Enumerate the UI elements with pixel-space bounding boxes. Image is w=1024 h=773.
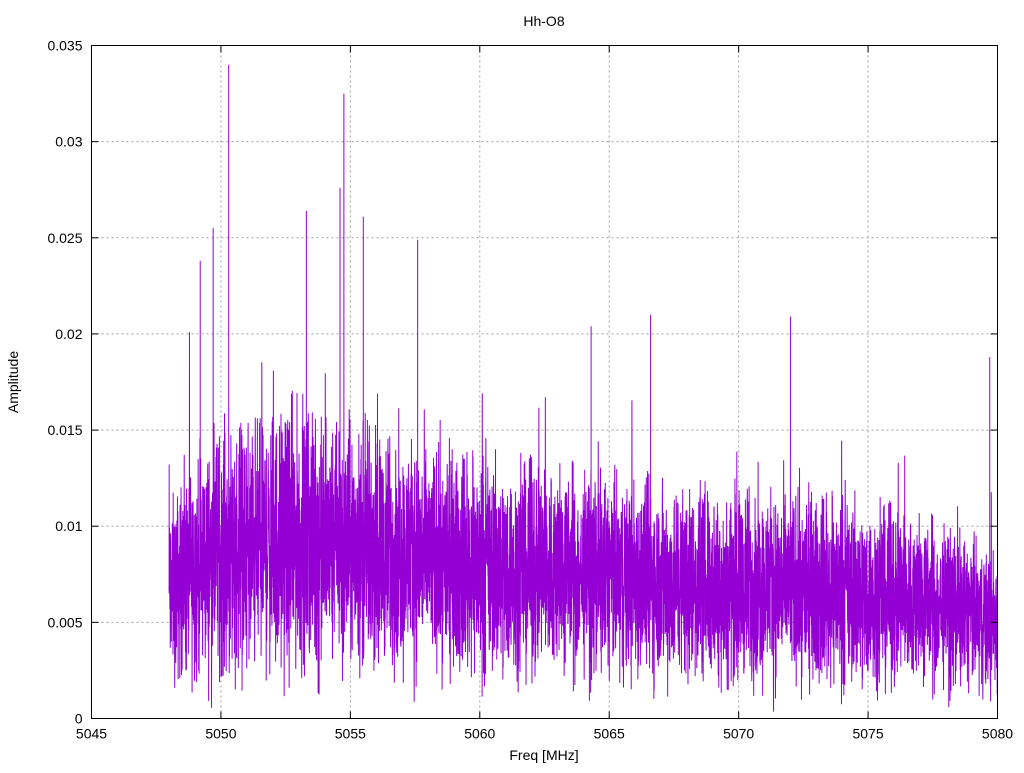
series-line bbox=[168, 332, 998, 712]
y-tick-label: 0.015 bbox=[47, 422, 82, 438]
series-hh-o8 bbox=[168, 64, 998, 712]
y-tick-label: 0 bbox=[75, 711, 83, 727]
y-tick-label: 0.025 bbox=[47, 230, 82, 246]
chart: 5045 5050 5055 5060 5065 5070 5075 5080 0 0.005 0.… bbox=[5, 13, 1013, 763]
x-tick-label: 5060 bbox=[464, 726, 495, 742]
x-tick-label: 5080 bbox=[982, 726, 1013, 742]
y-axis-label: Amplitude bbox=[5, 351, 21, 413]
chart-title: Hh-O8 bbox=[523, 13, 564, 29]
y-tick-label: 0.02 bbox=[55, 326, 82, 342]
x-tick-label: 5045 bbox=[76, 726, 107, 742]
x-tick-label: 5065 bbox=[594, 726, 625, 742]
y-tick-label: 0.01 bbox=[55, 518, 82, 534]
x-tick-label: 5075 bbox=[852, 726, 883, 742]
y-tick-label: 0.03 bbox=[55, 134, 82, 150]
x-tick-label: 5070 bbox=[723, 726, 754, 742]
y-tick-label: 0.005 bbox=[47, 614, 82, 630]
y-tick-label: 0.035 bbox=[47, 38, 82, 54]
x-tick-label: 5055 bbox=[335, 726, 366, 742]
x-axis-label: Freq [MHz] bbox=[509, 747, 578, 763]
x-tick-label: 5050 bbox=[205, 726, 236, 742]
